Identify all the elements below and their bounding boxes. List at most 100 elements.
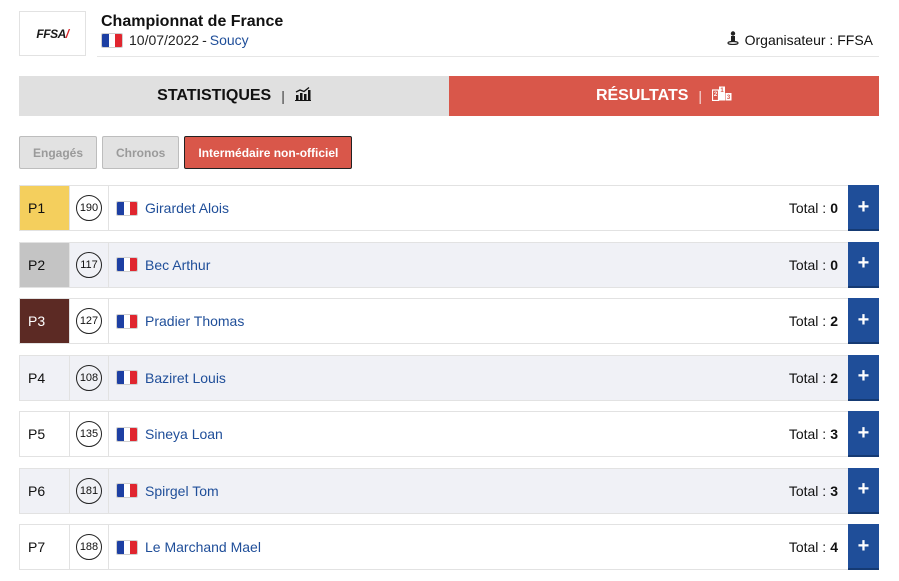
- result-row: P3 127 Pradier Thomas Total :2 +: [19, 298, 879, 344]
- driver-name-link[interactable]: Le Marchand Mael: [145, 539, 261, 555]
- race-number: 188: [76, 534, 102, 560]
- race-number: 190: [76, 195, 102, 221]
- total-points: Total :4: [789, 525, 848, 569]
- position-badge: P7: [20, 525, 70, 569]
- expand-button[interactable]: +: [848, 185, 879, 231]
- france-flag-icon: [116, 426, 138, 442]
- bar-chart-icon: [294, 86, 311, 106]
- total-points: Total :3: [789, 412, 848, 456]
- number-cell: 135: [70, 412, 109, 456]
- tab-label: STATISTIQUES: [157, 87, 272, 104]
- header-divider: [97, 56, 879, 57]
- number-cell: 108: [70, 355, 109, 400]
- total-value: 3: [830, 482, 838, 499]
- result-row: P4 108 Baziret Louis Total :2 +: [19, 354, 879, 401]
- france-flag-icon: [116, 313, 138, 329]
- total-points: Total :2: [789, 356, 848, 400]
- driver-cell: Sineya Loan: [109, 412, 789, 456]
- position-badge: P5: [20, 412, 70, 456]
- number-cell: 188: [70, 525, 109, 569]
- race-number: 127: [76, 308, 102, 334]
- result-row: P5 135 Sineya Loan Total :3 +: [19, 411, 879, 457]
- main-tabs: STATISTIQUES | RÉSULTATS | 213: [19, 76, 879, 116]
- driver-name-link[interactable]: Sineya Loan: [145, 426, 223, 442]
- number-cell: 117: [70, 242, 109, 287]
- date-separator: -: [202, 32, 207, 48]
- expand-button[interactable]: +: [848, 524, 879, 570]
- result-row: P7 188 Le Marchand Mael Total :4 +: [19, 524, 879, 570]
- logo-text: FFSA/: [36, 26, 69, 41]
- driver-name-link[interactable]: Spirgel Tom: [145, 483, 219, 499]
- driver-cell: Bec Arthur: [109, 243, 789, 287]
- total-value: 0: [830, 200, 838, 216]
- filter-intermediaire-button[interactable]: Intermédaire non-officiel: [184, 136, 353, 169]
- total-value: 3: [830, 426, 838, 442]
- tab-label: RÉSULTATS: [595, 87, 689, 104]
- filter-chronos-button[interactable]: Chronos: [102, 136, 180, 169]
- total-points: Total :2: [789, 299, 848, 343]
- total-label: Total :: [788, 482, 827, 499]
- position-badge: P6: [20, 468, 70, 513]
- total-label: Total :: [788, 426, 827, 442]
- total-label: Total :: [788, 539, 827, 555]
- expand-button[interactable]: +: [848, 411, 879, 457]
- result-row: P2 117 Bec Arthur Total :0 +: [19, 241, 879, 288]
- driver-cell: Le Marchand Mael: [109, 525, 789, 569]
- position-badge: P4: [20, 355, 70, 400]
- number-cell: 127: [70, 299, 109, 343]
- france-flag-icon: [116, 483, 138, 498]
- driver-name-link[interactable]: Pradier Thomas: [145, 313, 244, 329]
- total-points: Total :0: [789, 186, 848, 230]
- race-number: 135: [76, 421, 102, 447]
- position-badge: P3: [20, 299, 70, 343]
- position-badge: P1: [20, 186, 70, 230]
- tab-separator: |: [698, 88, 703, 104]
- expand-button[interactable]: +: [848, 354, 879, 401]
- driver-cell: Spirgel Tom: [109, 469, 789, 513]
- france-flag-icon: [101, 32, 123, 48]
- france-flag-icon: [116, 257, 138, 272]
- total-points: Total :3: [789, 469, 848, 513]
- total-value: 2: [830, 313, 838, 329]
- event-title: Championnat de France: [101, 13, 284, 30]
- total-value: 2: [830, 369, 838, 386]
- tab-separator: |: [281, 88, 285, 104]
- total-label: Total :: [788, 313, 827, 329]
- race-number: 117: [76, 251, 102, 278]
- france-flag-icon: [116, 370, 138, 385]
- france-flag-icon: [116, 539, 138, 555]
- event-location-link[interactable]: Soucy: [210, 32, 249, 48]
- results-list: P1 190 Girardet Alois Total :0 + P2 117 …: [19, 185, 879, 581]
- driver-cell: Baziret Louis: [109, 356, 789, 400]
- result-filters: Engagés Chronos Intermédaire non-officie…: [19, 136, 353, 169]
- number-cell: 190: [70, 186, 109, 230]
- tab-statistiques[interactable]: STATISTIQUES |: [19, 76, 449, 116]
- total-label: Total :: [788, 369, 827, 386]
- driver-name-link[interactable]: Baziret Louis: [145, 370, 226, 386]
- position-badge: P2: [20, 242, 70, 287]
- expand-button[interactable]: +: [848, 241, 879, 288]
- result-row: P6 181 Spirgel Tom Total :3 +: [19, 467, 879, 514]
- podium-icon: 213: [711, 86, 732, 106]
- event-date: 10/07/2022: [129, 32, 200, 48]
- number-cell: 181: [70, 468, 109, 513]
- driver-cell: Pradier Thomas: [109, 299, 789, 343]
- expand-button[interactable]: +: [848, 467, 879, 514]
- total-label: Total :: [788, 200, 827, 216]
- event-header: FFSA/ Championnat de France 10/07/2022 -…: [19, 11, 879, 57]
- race-number: 181: [76, 477, 102, 504]
- filter-engages-button[interactable]: Engagés: [19, 136, 98, 169]
- driver-name-link[interactable]: Girardet Alois: [145, 200, 229, 216]
- total-value: 4: [830, 539, 838, 555]
- driver-name-link[interactable]: Bec Arthur: [145, 257, 210, 273]
- driver-cell: Girardet Alois: [109, 186, 789, 230]
- person-icon: [727, 31, 739, 48]
- france-flag-icon: [116, 200, 138, 216]
- race-number: 108: [76, 364, 102, 391]
- organiser-label: Organisateur : FFSA: [744, 31, 873, 48]
- event-subtitle: 10/07/2022 - Soucy: [101, 32, 249, 48]
- total-label: Total :: [788, 256, 827, 273]
- expand-button[interactable]: +: [848, 298, 879, 344]
- tab-resultats[interactable]: RÉSULTATS | 213: [449, 76, 879, 116]
- total-points: Total :0: [789, 243, 848, 287]
